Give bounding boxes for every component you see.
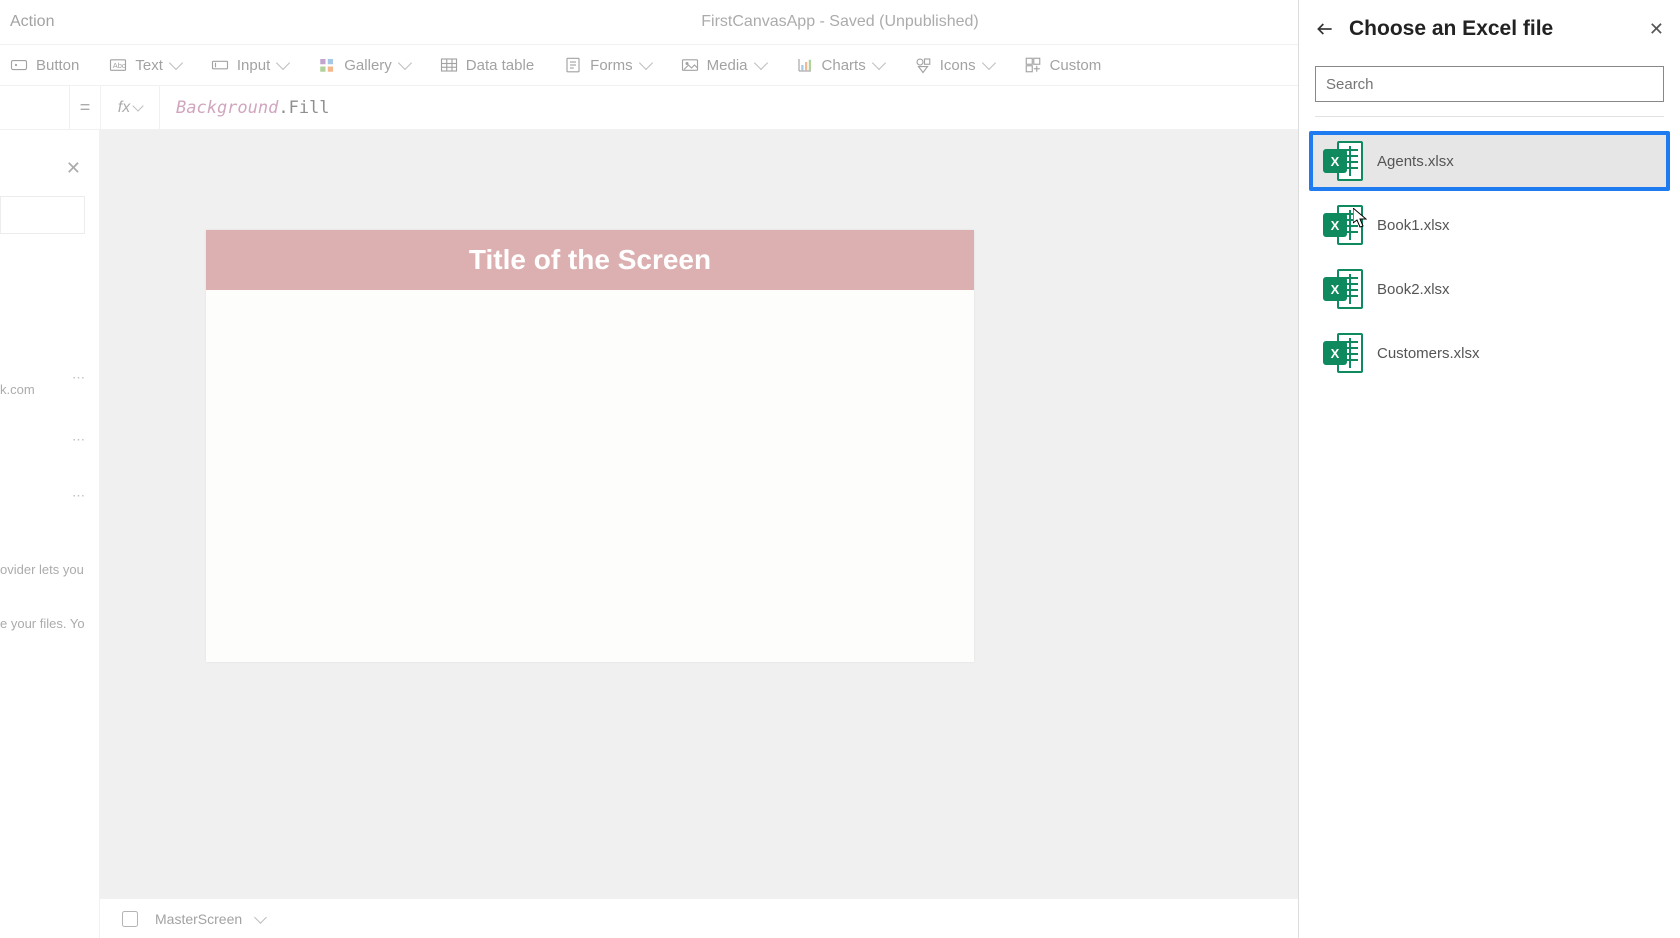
- ribbon-forms[interactable]: Forms: [564, 56, 651, 74]
- data-table-icon: [440, 56, 458, 74]
- search-input[interactable]: [1315, 66, 1664, 102]
- file-list: XAgents.xlsxXBook1.xlsxXBook2.xlsxXCusto…: [1299, 131, 1680, 387]
- input-icon: [211, 56, 229, 74]
- svg-text:Abc: Abc: [113, 61, 126, 70]
- action-tab: Action: [10, 13, 54, 31]
- button-icon: [10, 56, 28, 74]
- chevron-down-icon: [753, 56, 767, 70]
- panel-text: k.com: [0, 382, 85, 397]
- formula-token-fill: .Fill: [278, 98, 329, 118]
- chevron-down-icon: [982, 56, 996, 70]
- charts-icon: [796, 56, 814, 74]
- screen-checkbox[interactable]: [122, 911, 138, 927]
- file-name-label: Customers.xlsx: [1377, 345, 1480, 362]
- ribbon-datatable[interactable]: Data table: [440, 56, 534, 74]
- file-name-label: Book1.xlsx: [1377, 217, 1450, 234]
- forms-icon: [564, 56, 582, 74]
- chevron-down-icon: [133, 100, 144, 111]
- more-icon[interactable]: ⋯: [72, 370, 85, 386]
- excel-file-icon: X: [1323, 269, 1363, 309]
- ribbon-gallery-label: Gallery: [344, 57, 392, 74]
- chevron-down-icon: [398, 56, 412, 70]
- property-selector[interactable]: [0, 86, 70, 129]
- chevron-down-icon: [872, 56, 886, 70]
- ribbon-custom-label: Custom: [1050, 57, 1102, 74]
- icons-icon: [914, 56, 932, 74]
- ribbon-forms-label: Forms: [590, 57, 633, 74]
- choose-excel-panel: Choose an Excel file ✕ X Agents.xlsx X Book…: [1298, 0, 1680, 938]
- more-icon[interactable]: ⋯: [72, 488, 85, 504]
- ribbon-text[interactable]: Abc Text: [109, 56, 181, 74]
- screen-title-label: Title of the Screen: [206, 230, 974, 290]
- excel-file-icon: X: [1323, 141, 1363, 181]
- ribbon-button-label: Button: [36, 57, 79, 74]
- file-item[interactable]: X Customers.xlsx: [1309, 323, 1670, 383]
- ribbon-icons-label: Icons: [940, 57, 976, 74]
- screen-canvas[interactable]: Title of the Screen: [206, 230, 974, 662]
- panel-text: ovider lets you ...: [0, 562, 85, 577]
- media-icon: [681, 56, 699, 74]
- custom-icon: [1024, 56, 1042, 74]
- file-item[interactable]: X Book2.xlsx: [1309, 259, 1670, 319]
- divider: [1315, 116, 1664, 117]
- ribbon-gallery[interactable]: Gallery: [318, 56, 410, 74]
- chevron-down-icon: [169, 56, 183, 70]
- ribbon-datatable-label: Data table: [466, 57, 534, 74]
- ribbon-charts[interactable]: Charts: [796, 56, 884, 74]
- chevron-down-icon: [639, 56, 653, 70]
- chevron-down-icon: [276, 56, 290, 70]
- ribbon-charts-label: Charts: [822, 57, 866, 74]
- cursor-icon: [1353, 208, 1367, 228]
- file-name-label: Book2.xlsx: [1377, 281, 1450, 298]
- excel-file-icon: X: [1323, 333, 1363, 373]
- formula-token-background: Background: [176, 98, 278, 118]
- formula-input[interactable]: Background.Fill: [160, 98, 330, 118]
- text-icon: Abc: [109, 56, 127, 74]
- file-name-label: Agents.xlsx: [1377, 153, 1454, 170]
- close-icon[interactable]: ✕: [66, 158, 81, 179]
- back-arrow-icon[interactable]: [1315, 19, 1335, 39]
- chevron-down-icon[interactable]: [254, 911, 267, 924]
- equals-label: =: [70, 97, 100, 118]
- fx-label: fx: [118, 99, 130, 117]
- ribbon-button[interactable]: Button: [10, 56, 79, 74]
- more-icon[interactable]: ⋯: [72, 432, 85, 448]
- fx-button[interactable]: fx: [100, 86, 160, 129]
- ribbon-input[interactable]: Input: [211, 56, 288, 74]
- screen-name-label[interactable]: MasterScreen: [155, 911, 242, 927]
- panel-text: e your files. Yo...: [0, 616, 85, 631]
- ribbon-icons[interactable]: Icons: [914, 56, 994, 74]
- ribbon-custom[interactable]: Custom: [1024, 56, 1102, 74]
- ribbon-media-label: Media: [707, 57, 748, 74]
- ribbon-text-label: Text: [135, 57, 163, 74]
- gallery-icon: [318, 56, 336, 74]
- left-panel: ✕ k.com ⋯ ⋯ ⋯ ovider lets you ... e your…: [0, 130, 100, 938]
- close-icon[interactable]: ✕: [1649, 19, 1664, 40]
- ribbon-input-label: Input: [237, 57, 270, 74]
- panel-title: Choose an Excel file: [1349, 17, 1635, 41]
- ribbon-media[interactable]: Media: [681, 56, 766, 74]
- file-item[interactable]: X Agents.xlsx: [1309, 131, 1670, 191]
- panel-search-box[interactable]: [0, 196, 85, 234]
